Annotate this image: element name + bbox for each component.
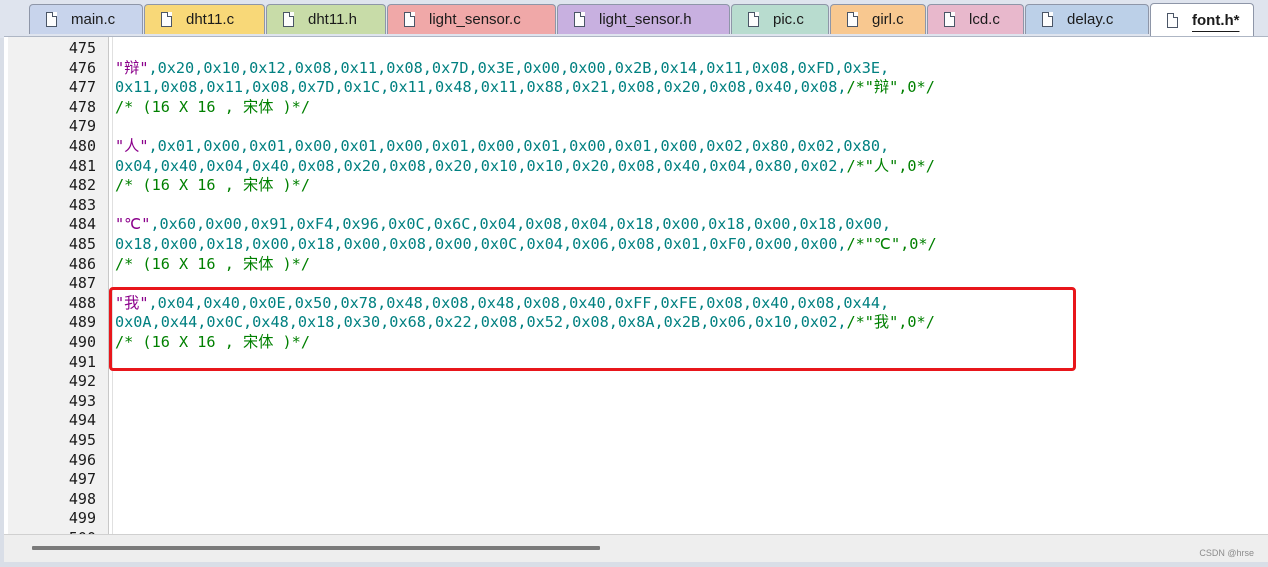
line-number: 479 [68,117,96,136]
file-icon [161,12,172,27]
code-line[interactable]: "人",0x01,0x00,0x01,0x00,0x01,0x00,0x01,0… [115,137,889,157]
file-icon [404,12,415,27]
tab-label: main.c [71,11,116,28]
line-number: 489 [68,313,96,332]
line-number: 495 [68,431,96,449]
code-editor[interactable]: 475 476 477 478 479 480 481 482 483 484 485 486 487 4… [4,36,1268,535]
code-line[interactable]: 0x11,0x08,0x11,0x08,0x7D,0x1C,0x11,0x48,… [115,78,935,98]
line-number: 492 [68,372,96,391]
code-comment: /*"℃",0*/ [846,235,937,253]
code-line[interactable]: "辩",0x20,0x10,0x12,0x08,0x11,0x08,0x7D,0… [115,59,889,79]
tab-label: dht11.c [186,11,235,28]
file-icon [1042,12,1053,27]
tab-delay-c[interactable]: delay.c [1025,4,1149,34]
line-number: 496 [68,450,96,469]
string-literal: "℃" [115,215,151,234]
tab-lcd-c[interactable]: lcd.c [927,4,1024,34]
line-number: 485 [68,235,96,253]
line-number: 484 [68,215,96,234]
tab-pic-c[interactable]: pic.c [731,4,829,34]
tab-label: delay.c [1067,11,1114,28]
tab-dht11-c[interactable]: dht11.c [144,4,265,34]
tab-light-sensor-h[interactable]: light_sensor.h [557,4,730,34]
line-number: 490 [68,333,96,351]
file-icon [46,12,57,27]
line-number: 477 [68,78,96,97]
code-comment: /* (16 X 16 , 宋体 )*/ [115,97,310,116]
highlight-annotation-box [109,287,1076,371]
line-number: 488 [68,293,96,312]
code-line[interactable]: 0x04,0x40,0x04,0x40,0x08,0x20,0x08,0x20,… [115,157,935,177]
watermark: CSDN @hrse [1199,548,1254,558]
tab-label: font.h* [1192,11,1240,29]
tab-label: light_sensor.c [429,11,521,28]
file-icon [847,12,858,27]
code-comment: /*"人",0*/ [846,156,935,175]
code-comment: /* (16 X 16 , 宋体 )*/ [115,176,310,195]
line-number: 478 [68,97,96,116]
tab-bar: main.c dht11.c dht11.h light_sensor.c light_… [0,0,1268,38]
line-number: 476 [68,58,96,77]
line-number: 491 [68,352,96,371]
line-number: 493 [68,391,96,410]
line-number: 499 [68,509,96,528]
horizontal-scrollbar[interactable] [4,534,1268,562]
code-line[interactable]: /* (16 X 16 , 宋体 )*/ [115,98,310,118]
tab-label: girl.c [872,11,904,28]
fold-margin [112,37,113,535]
file-icon [283,12,294,27]
line-number: 494 [68,411,96,430]
line-number: 480 [68,137,96,155]
tab-light-sensor-c[interactable]: light_sensor.c [387,4,556,34]
scrollbar-thumb[interactable] [32,546,600,550]
tab-font-h[interactable]: font.h* [1150,3,1254,36]
code-line[interactable]: /* (16 X 16 , 宋体 )*/ [115,255,310,275]
tab-label: dht11.h [308,11,357,28]
hex-values: ,0x20,0x10,0x12,0x08,0x11,0x08,0x7D,0x3E… [148,58,890,77]
hex-values: ,0x60,0x00,0x91,0xF4,0x96,0x0C,0x6C,0x04… [150,215,891,234]
file-icon [1167,12,1178,28]
line-number: 498 [68,489,96,508]
code-line[interactable]: /* (16 X 16 , 宋体 )*/ [115,176,310,196]
line-number: 481 [68,156,96,175]
code-comment: /* (16 X 16 , 宋体 )*/ [115,254,310,273]
hex-values: 0x04,0x40,0x04,0x40,0x08,0x20,0x08,0x20,… [115,156,847,175]
code-comment: /*"辩",0*/ [846,78,935,97]
tab-label: light_sensor.h [599,11,692,28]
line-number: 483 [68,195,96,214]
string-literal: "辩" [115,58,149,77]
hex-values: 0x11,0x08,0x11,0x08,0x7D,0x1C,0x11,0x48,… [115,78,847,97]
line-number: 487 [68,274,96,293]
tab-label: lcd.c [969,11,1000,28]
tab-dht11-h[interactable]: dht11.h [266,4,386,34]
tab-girl-c[interactable]: girl.c [830,4,926,34]
code-line[interactable]: "℃",0x60,0x00,0x91,0xF4,0x96,0x0C,0x6C,0… [115,215,891,235]
code-line[interactable]: 0x18,0x00,0x18,0x00,0x18,0x00,0x08,0x00,… [115,235,937,255]
tab-main-c[interactable]: main.c [29,4,143,34]
line-number-gutter: 475 476 477 478 479 480 481 482 483 484 485 486 487 4… [8,37,109,535]
file-icon [944,12,955,27]
file-icon [748,12,759,27]
line-number: 475 [68,39,96,57]
file-icon [574,12,585,27]
string-literal: "人" [115,137,149,155]
hex-values: ,0x01,0x00,0x01,0x00,0x01,0x00,0x01,0x00… [148,137,890,155]
tab-label: pic.c [773,11,804,28]
line-number: 497 [68,470,96,489]
line-number: 482 [68,176,96,195]
line-number: 486 [68,254,96,273]
hex-values: 0x18,0x00,0x18,0x00,0x18,0x00,0x08,0x00,… [115,235,847,253]
